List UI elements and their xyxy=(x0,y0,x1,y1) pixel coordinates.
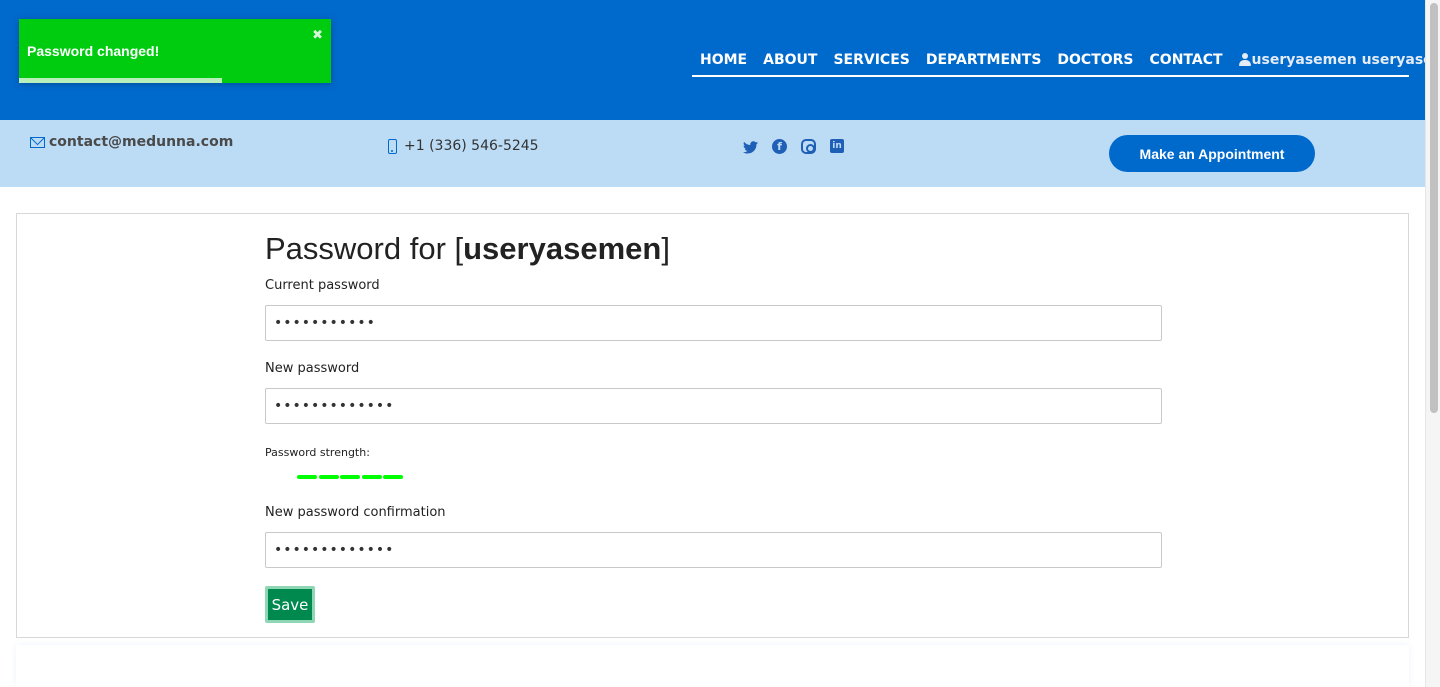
user-menu-dropdown[interactable]: useryasemen useryasemen ▾ xyxy=(1238,51,1440,68)
strength-segment xyxy=(318,475,339,479)
nav-about[interactable]: ABOUT xyxy=(763,52,817,68)
nav-services[interactable]: SERVICES xyxy=(833,52,909,68)
mail-icon xyxy=(30,136,45,148)
contact-phone-text: +1 (336) 546-5245 xyxy=(404,138,539,154)
nav-contact[interactable]: CONTACT xyxy=(1150,52,1223,68)
title-username: useryasemen xyxy=(463,231,662,266)
new-password-label: New password xyxy=(265,361,360,376)
make-appointment-button[interactable]: Make an Appointment xyxy=(1109,135,1315,172)
main-nav: HOME ABOUT SERVICES DEPARTMENTS DOCTORS … xyxy=(692,44,1440,77)
facebook-icon[interactable]: f xyxy=(772,139,787,154)
instagram-icon[interactable] xyxy=(801,139,816,154)
new-password-input[interactable] xyxy=(265,388,1162,424)
save-button[interactable]: Save xyxy=(265,586,315,623)
strength-segment xyxy=(361,475,382,479)
footer-card xyxy=(16,645,1409,687)
success-toast: Password changed! ✖ xyxy=(19,19,331,83)
current-password-input[interactable] xyxy=(265,305,1162,341)
contact-email-text: contact@medunna.com xyxy=(49,134,234,150)
nav-departments[interactable]: DEPARTMENTS xyxy=(926,52,1042,68)
confirm-password-label: New password confirmation xyxy=(265,505,446,520)
current-password-label: Current password xyxy=(265,278,380,293)
toast-message: Password changed! xyxy=(27,43,160,59)
scrollbar-thumb[interactable] xyxy=(1430,3,1438,413)
password-strength-meter xyxy=(297,475,405,479)
scrollbar[interactable] xyxy=(1425,0,1440,687)
toast-progress-bar xyxy=(19,78,222,83)
contact-info-bar: contact@medunna.com +1 (336) 546-5245 f … xyxy=(0,120,1425,187)
password-strength-label: Password strength: xyxy=(265,446,370,459)
twitter-icon[interactable] xyxy=(742,139,758,155)
page-title: Password for [useryasemen] xyxy=(265,231,670,266)
social-links: f in xyxy=(742,139,858,155)
nav-doctors[interactable]: DOCTORS xyxy=(1057,52,1133,68)
user-menu-label: useryasemen useryasemen xyxy=(1251,51,1440,68)
confirm-password-input[interactable] xyxy=(265,532,1162,568)
strength-segment xyxy=(383,475,403,479)
phone-icon xyxy=(388,138,397,154)
user-icon xyxy=(1238,53,1251,66)
linkedin-icon[interactable]: in xyxy=(830,139,844,153)
strength-segment xyxy=(297,475,317,479)
strength-segment xyxy=(340,475,360,479)
contact-email[interactable]: contact@medunna.com xyxy=(30,134,233,150)
contact-phone: +1 (336) 546-5245 xyxy=(388,138,539,154)
password-card: Password for [useryasemen] Current passw… xyxy=(16,213,1409,638)
close-icon[interactable]: ✖ xyxy=(312,28,323,43)
nav-home[interactable]: HOME xyxy=(700,52,747,68)
